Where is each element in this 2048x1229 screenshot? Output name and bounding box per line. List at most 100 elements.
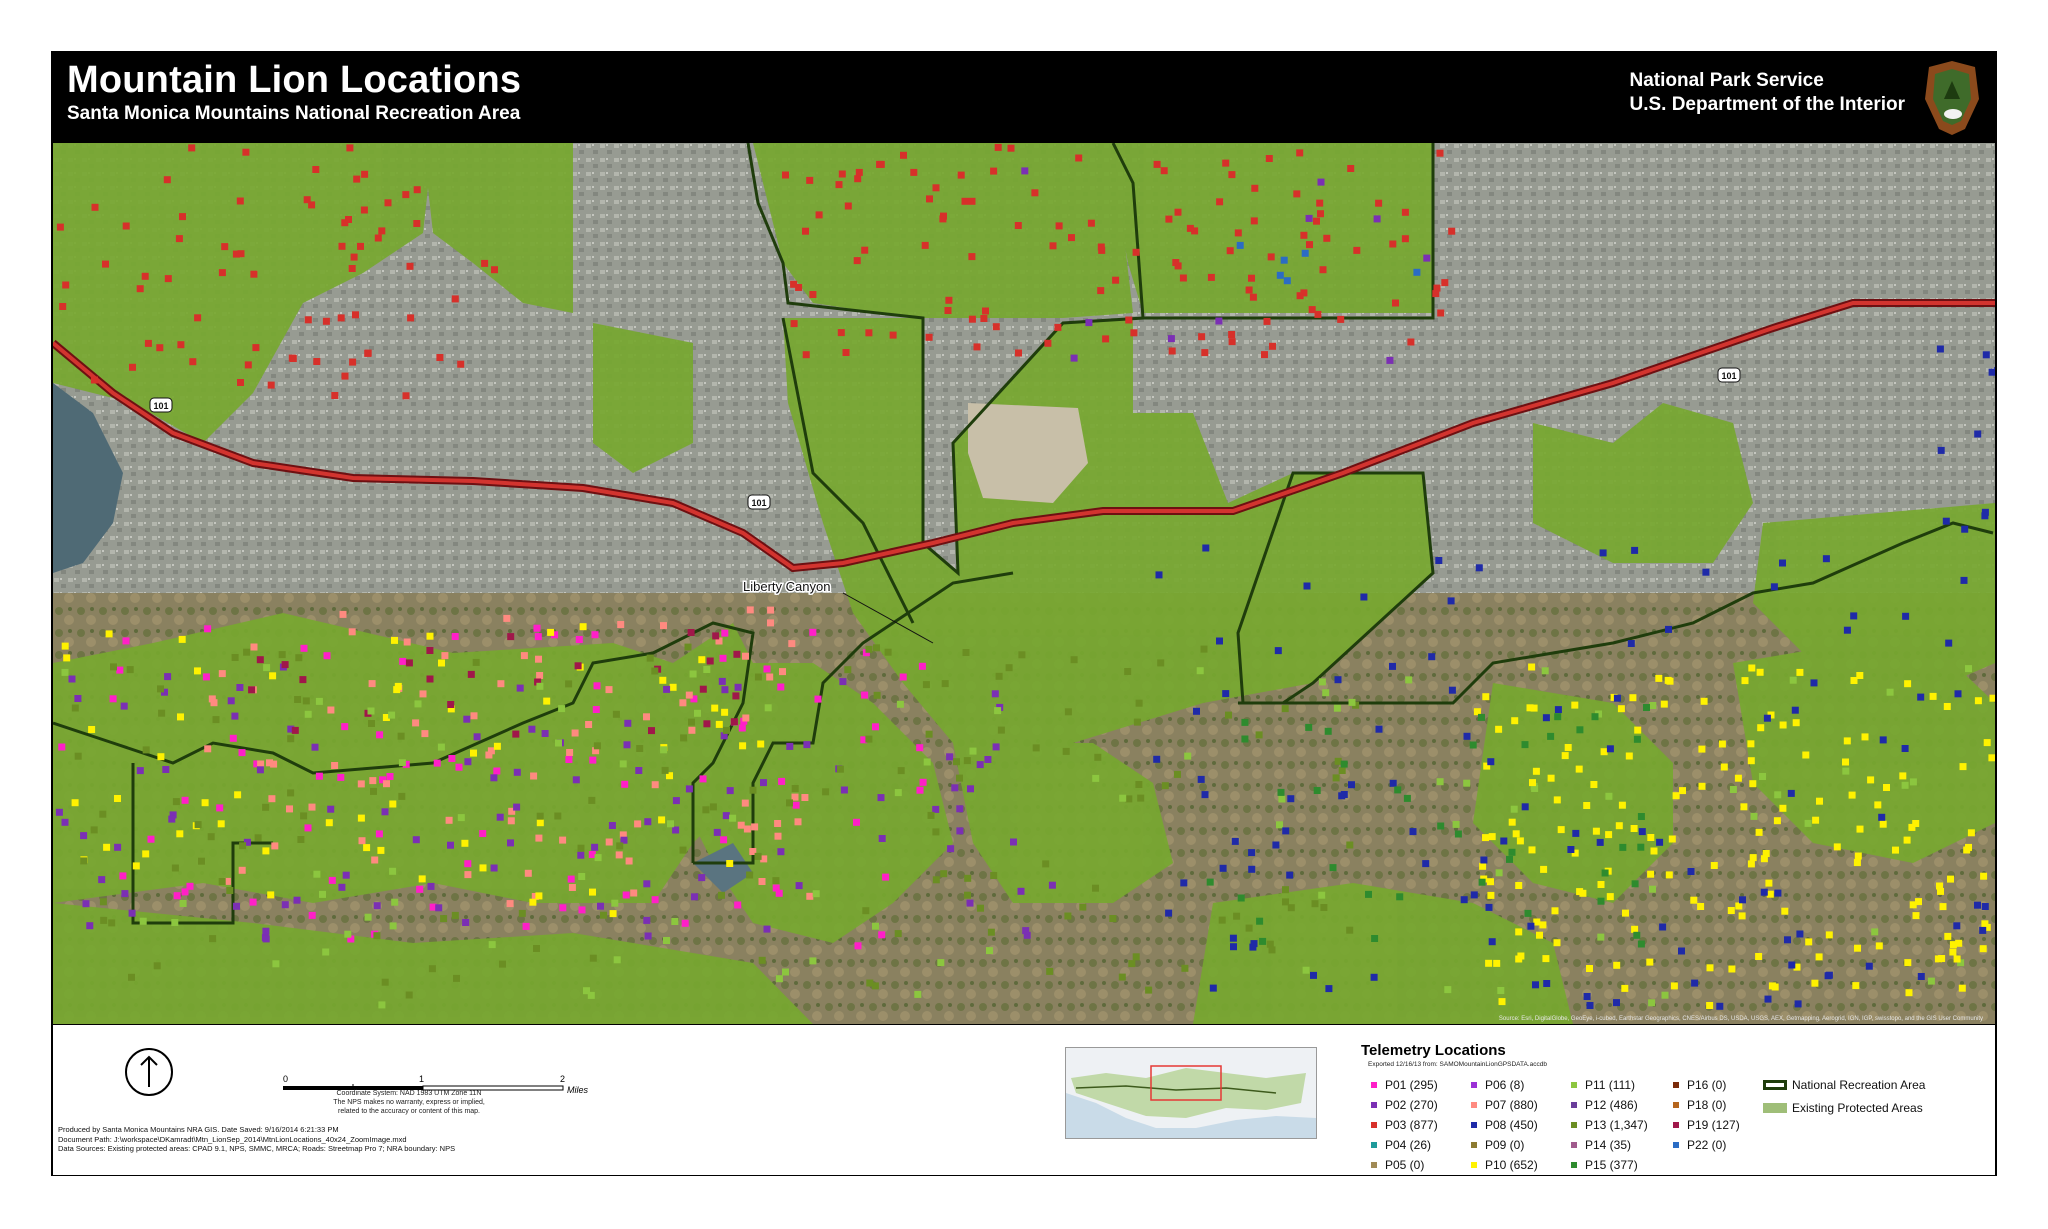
telemetry-point [407, 314, 415, 322]
telemetry-point [723, 726, 730, 734]
telemetry-point [1981, 903, 1989, 910]
telemetry-point [412, 719, 420, 727]
telemetry-point [757, 740, 765, 748]
telemetry-point [249, 898, 257, 906]
telemetry-point [896, 700, 904, 708]
telemetry-point [142, 850, 150, 858]
telemetry-point [679, 699, 687, 707]
telemetry-point [559, 904, 567, 912]
telemetry-point [1515, 882, 1523, 889]
telemetry-point [588, 796, 596, 804]
map-footer: 0 1 2 Miles Coordinate System: NAD 1983 … [53, 1024, 1995, 1175]
telemetry-point [1606, 745, 1614, 753]
telemetry-point [1250, 940, 1258, 948]
telemetry-point [262, 935, 270, 943]
telemetry-point [1435, 557, 1443, 564]
telemetry-point [74, 752, 82, 760]
protected-swatch-icon [1763, 1102, 1787, 1113]
telemetry-point [1403, 794, 1411, 802]
legend-column: P06 (8) P07 (880) P08 (450) P09 (0) P10 (652… [1471, 1075, 1538, 1175]
telemetry-point [577, 844, 585, 852]
telemetry-point [1739, 896, 1746, 904]
telemetry-point [1436, 778, 1444, 786]
telemetry-point [1856, 672, 1864, 679]
legend-export-note: Exported 12/16/13 from: SAMOMountainLion… [1368, 1061, 1547, 1068]
telemetry-point [1346, 926, 1354, 934]
telemetry-point [262, 927, 270, 935]
legend-label: P11 (111) [1585, 1078, 1636, 1092]
telemetry-point [209, 935, 217, 943]
telemetry-point [1771, 983, 1779, 991]
telemetry-point [337, 314, 345, 322]
telemetry-point [1766, 890, 1774, 898]
telemetry-point [491, 266, 498, 274]
telemetry-point [451, 633, 459, 640]
telemetry-point [1353, 246, 1361, 254]
telemetry-point [1521, 803, 1529, 811]
telemetry-point [1901, 781, 1909, 789]
telemetry-point [364, 349, 372, 357]
telemetry-point [1153, 160, 1161, 168]
telemetry-point [984, 756, 992, 763]
telemetry-point [1272, 841, 1280, 849]
telemetry-point [86, 922, 94, 930]
telemetry-point [592, 706, 600, 713]
telemetry-point [451, 911, 459, 919]
telemetry-point [663, 685, 671, 693]
telemetry-point [119, 872, 127, 880]
telemetry-point [680, 734, 688, 742]
telemetry-point [605, 686, 613, 694]
legend-item: P08 (450) [1471, 1115, 1538, 1135]
telemetry-point [289, 355, 297, 362]
telemetry-point [1132, 953, 1140, 961]
telemetry-point [782, 968, 789, 976]
telemetry-point [916, 744, 924, 752]
telemetry-point [1904, 680, 1912, 688]
telemetry-point [1296, 149, 1304, 157]
telemetry-point [1536, 931, 1543, 939]
telemetry-point [1422, 860, 1430, 868]
telemetry-point [937, 959, 945, 967]
telemetry-point [433, 759, 441, 767]
telemetry-point [775, 975, 783, 983]
telemetry-point [1787, 789, 1795, 797]
telemetry-point [1478, 878, 1486, 886]
telemetry-point [122, 637, 130, 645]
telemetry-point [721, 686, 729, 694]
satellite-map[interactable]: 101 101 101 Liberty Canyon Source: Esri,… [53, 143, 1995, 1024]
telemetry-point [493, 767, 501, 775]
telemetry-point [1055, 222, 1063, 230]
telemetry-point [1413, 268, 1421, 276]
telemetry-point [574, 662, 582, 670]
telemetry-point [964, 891, 971, 899]
telemetry-point [1656, 838, 1664, 846]
telemetry-point [969, 747, 977, 755]
telemetry-point [353, 175, 361, 183]
telemetry-point [1048, 881, 1056, 889]
telemetry-point [589, 756, 597, 764]
legend-label: P19 (127) [1687, 1118, 1740, 1132]
legend-label: P06 (8) [1485, 1078, 1525, 1092]
telemetry-point [1282, 886, 1289, 894]
telemetry-point [872, 723, 879, 731]
legend-swatch-icon [1371, 1102, 1377, 1108]
telemetry-point [1852, 982, 1860, 990]
telemetry-point [300, 812, 308, 820]
telemetry-point [368, 720, 375, 727]
telemetry-point [621, 780, 629, 788]
telemetry-point [513, 803, 521, 811]
telemetry-point [163, 176, 171, 184]
coordinate-note: Coordinate System: NAD 1983 UTM Zone 11N… [289, 1089, 529, 1116]
telemetry-point [995, 672, 1003, 680]
telemetry-point [1631, 925, 1639, 933]
telemetry-point [1308, 306, 1316, 314]
telemetry-point [791, 785, 799, 792]
telemetry-point [1879, 820, 1887, 828]
telemetry-point [1547, 732, 1555, 740]
telemetry-point [1655, 674, 1663, 682]
telemetry-point [364, 913, 372, 921]
legend-swatch-icon [1371, 1142, 1377, 1148]
telemetry-point [1756, 668, 1764, 676]
legend-label: P09 (0) [1485, 1138, 1525, 1152]
telemetry-point [1125, 795, 1133, 803]
